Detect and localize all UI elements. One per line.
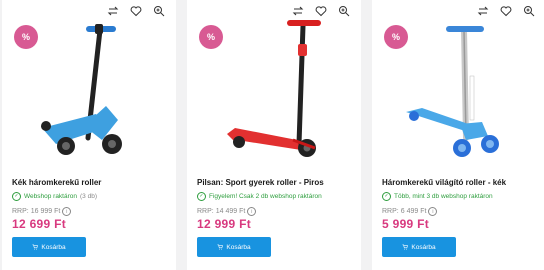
- product-card[interactable]: % Pilsan: Sport gyerek roller - Piros ✓ …: [187, 0, 361, 270]
- product-card[interactable]: % Háromkerekű világító roller - kék ✓ Tö…: [372, 0, 544, 270]
- scooter-image: [227, 20, 321, 157]
- rrp-price: RRP: 6 499 Ft i: [382, 207, 438, 216]
- check-circle-icon: ✓: [12, 192, 21, 201]
- add-to-cart-button[interactable]: Kosárba: [197, 237, 271, 257]
- rrp-label: RRP:: [12, 208, 29, 215]
- product-title[interactable]: Pilsan: Sport gyerek roller - Piros: [197, 178, 357, 187]
- stock-text: Figyelem! Csak 2 db webshop raktáron: [209, 193, 322, 200]
- product-image[interactable]: [392, 16, 532, 172]
- rrp-price: RRP: 16 999 Ft i: [12, 207, 72, 216]
- product-grid: % Kék háromkerekű roller ✓ Webshop raktá…: [0, 0, 544, 270]
- product-image[interactable]: [207, 16, 347, 172]
- check-circle-icon: ✓: [197, 192, 206, 201]
- sale-price: 12 699 Ft: [12, 217, 67, 231]
- product-title[interactable]: Háromkerekű világító roller - kék: [382, 178, 542, 187]
- add-to-cart-label: Kosárba: [226, 243, 251, 251]
- rrp-value: 16 999 Ft: [30, 208, 61, 215]
- rrp-label: RRP:: [382, 208, 399, 215]
- rrp-value: 6 499 Ft: [400, 208, 427, 215]
- discount-badge: %: [384, 25, 408, 49]
- stock-count: (3 db): [80, 193, 97, 200]
- add-to-cart-button[interactable]: Kosárba: [382, 237, 456, 257]
- add-to-cart-button[interactable]: Kosárba: [12, 237, 86, 257]
- cart-icon: [217, 244, 224, 250]
- stock-status: ✓ Több, mint 3 db webshop raktáron: [382, 192, 544, 201]
- product-title[interactable]: Kék háromkerekű roller: [12, 178, 172, 187]
- stock-text: Több, mint 3 db webshop raktáron: [394, 193, 493, 200]
- add-to-cart-label: Kosárba: [411, 243, 436, 251]
- product-card[interactable]: % Kék háromkerekű roller ✓ Webshop raktá…: [2, 0, 176, 270]
- stock-text: Webshop raktáron: [24, 193, 77, 200]
- discount-badge: %: [14, 25, 38, 49]
- info-icon[interactable]: i: [428, 207, 438, 216]
- add-to-cart-label: Kosárba: [41, 243, 66, 251]
- scooter-image: [406, 26, 499, 157]
- info-icon[interactable]: i: [62, 207, 72, 216]
- stock-status: ✓ Figyelem! Csak 2 db webshop raktáron: [197, 192, 361, 201]
- stock-status: ✓ Webshop raktáron (3 db): [12, 192, 176, 201]
- info-icon[interactable]: i: [247, 207, 257, 216]
- cart-icon: [402, 244, 409, 250]
- cart-icon: [32, 244, 39, 250]
- sale-price: 12 999 Ft: [197, 217, 252, 231]
- scooter-image: [41, 24, 122, 155]
- discount-badge: %: [199, 25, 223, 49]
- rrp-value: 14 499 Ft: [215, 208, 246, 215]
- rrp-price: RRP: 14 499 Ft i: [197, 207, 257, 216]
- check-circle-icon: ✓: [382, 192, 391, 201]
- rrp-label: RRP:: [197, 208, 214, 215]
- sale-price: 5 999 Ft: [382, 217, 430, 231]
- product-image[interactable]: [22, 16, 162, 172]
